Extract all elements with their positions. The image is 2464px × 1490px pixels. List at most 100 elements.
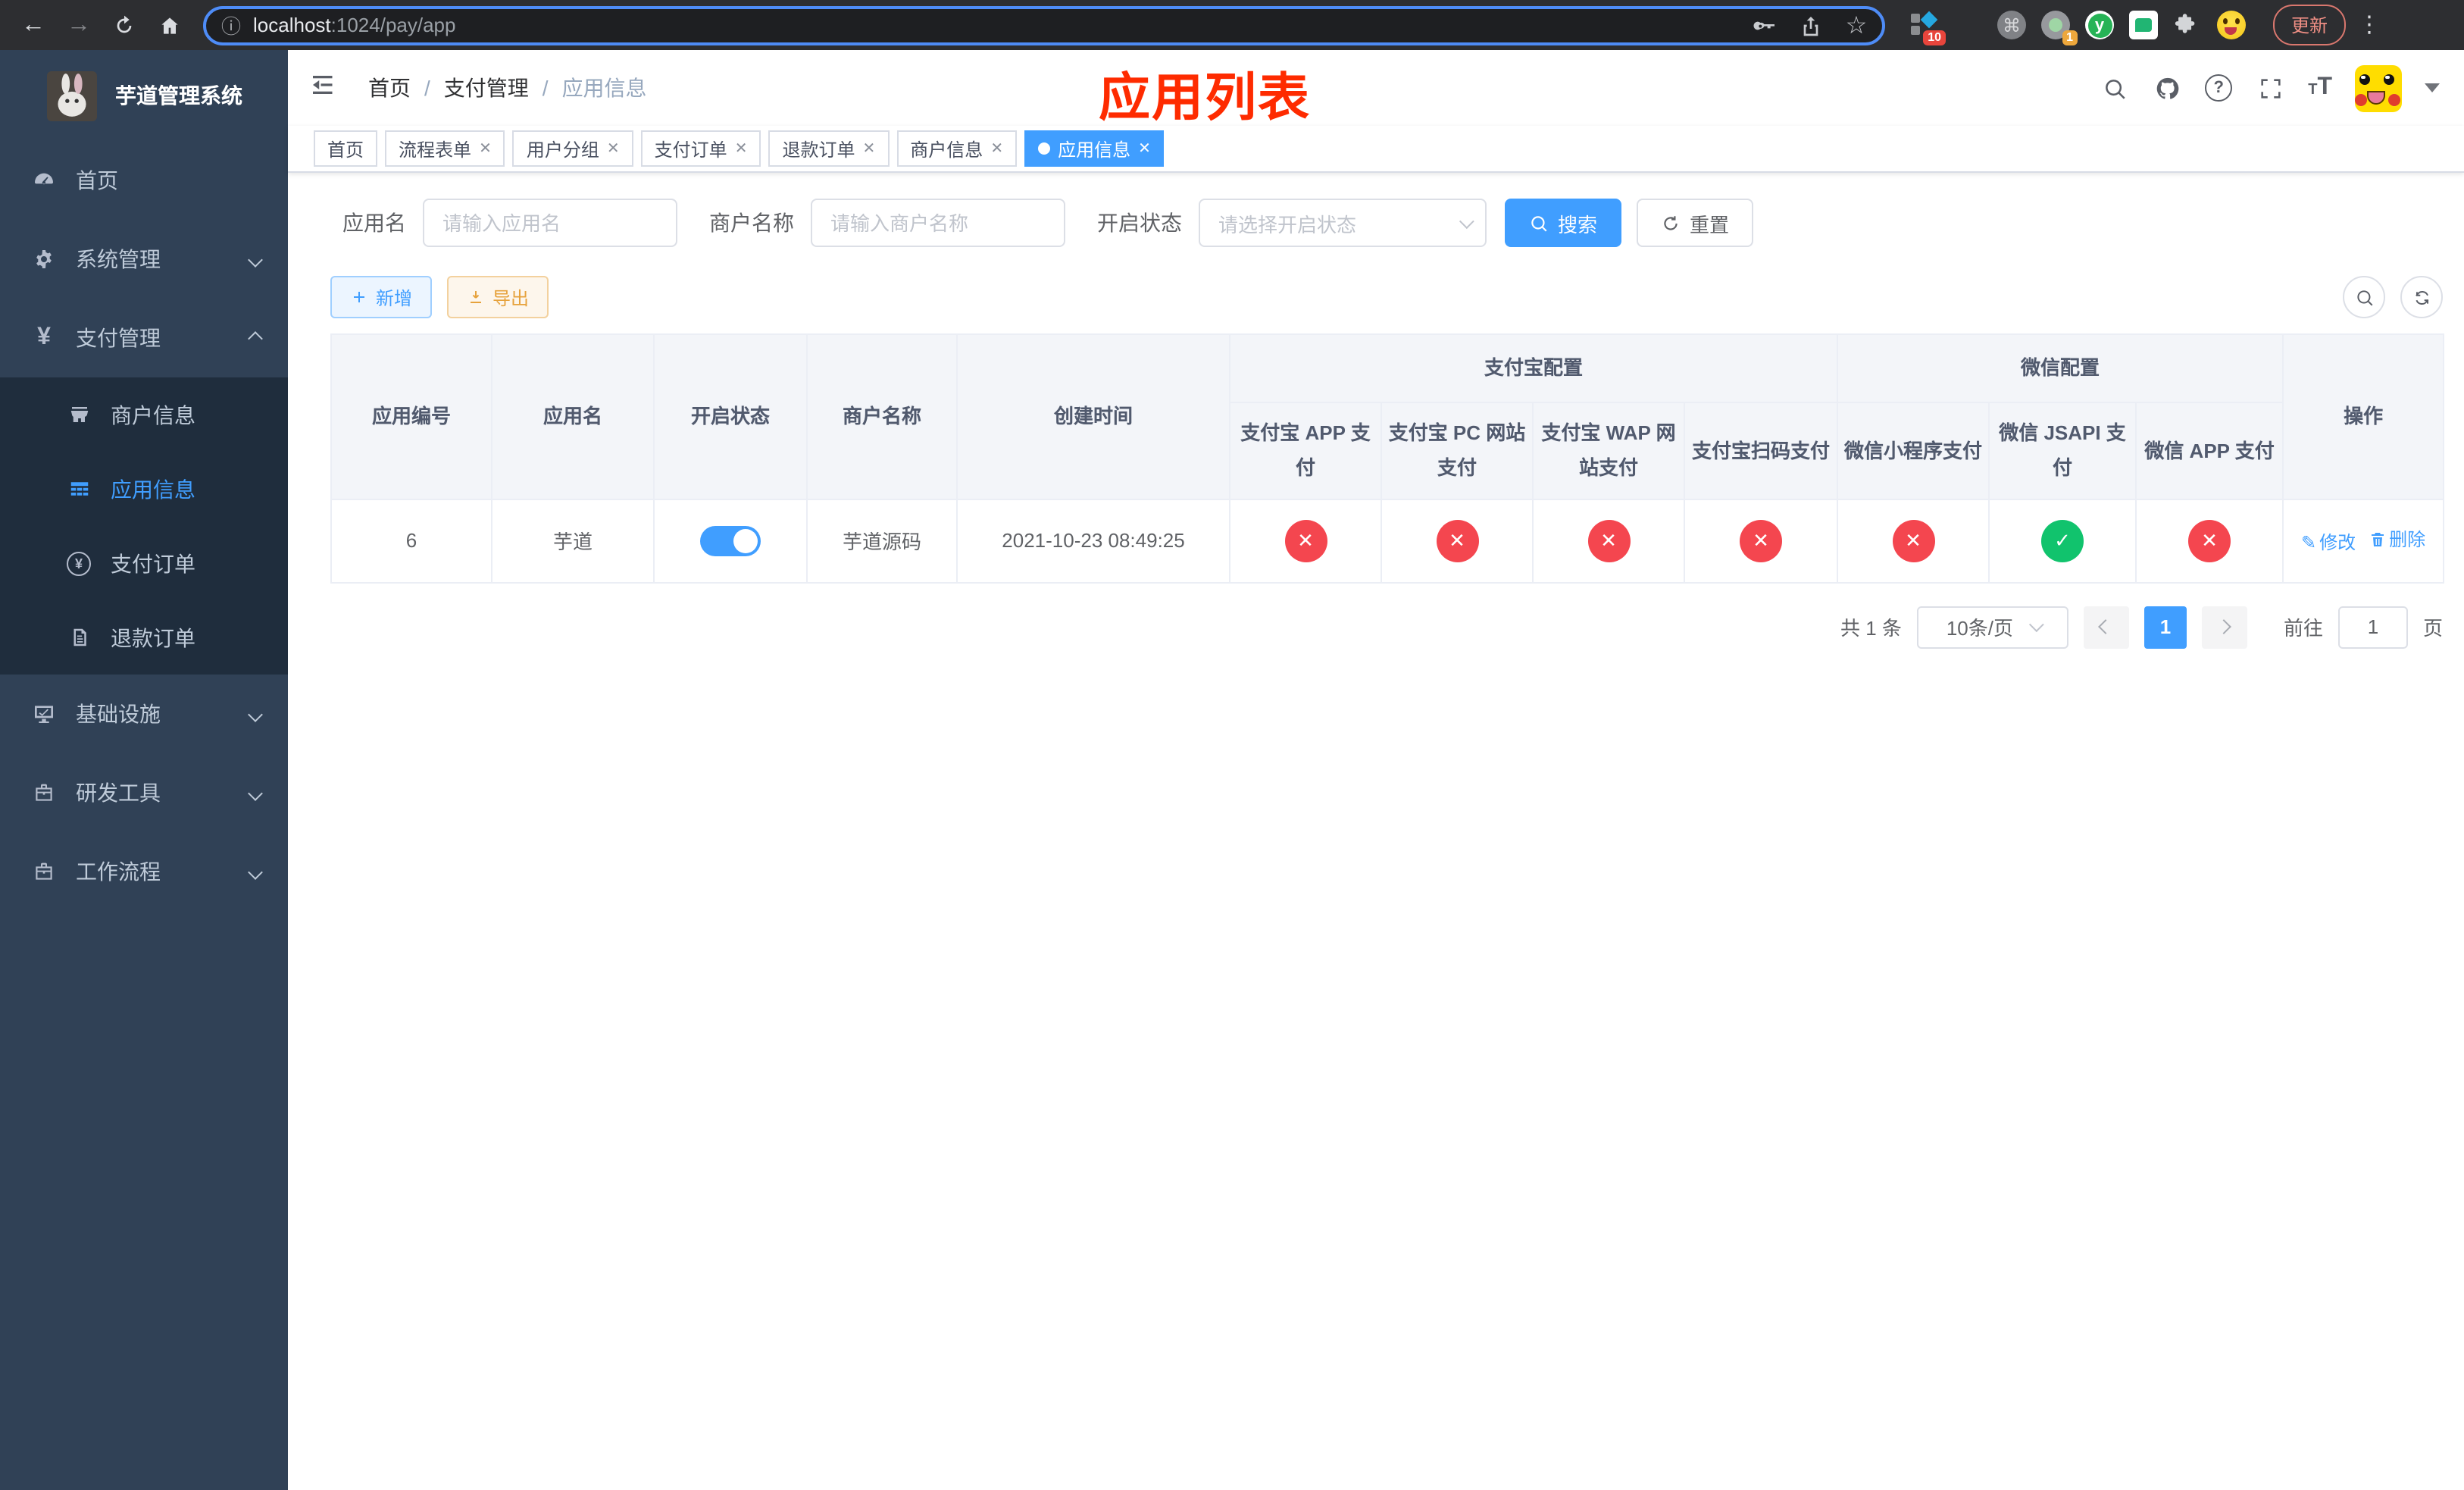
close-icon[interactable] (607, 140, 620, 157)
help-icon[interactable] (2205, 74, 2233, 102)
reset-button[interactable]: 重置 (1637, 199, 1754, 247)
prev-page-button[interactable] (2083, 606, 2129, 649)
sidebar-item-refund-orders[interactable]: 退款订单 (0, 600, 288, 675)
refresh-table-button[interactable] (2400, 276, 2443, 318)
sidebar-item-pay-orders[interactable]: 支付订单 (0, 526, 288, 600)
col-header-created: 创建时间 (956, 333, 1230, 500)
sidebar-item-label: 退款订单 (111, 625, 195, 650)
pagination: 共 1 条 10条/页 1 前往 页 (330, 606, 2443, 649)
plus-icon (354, 292, 364, 302)
page-unit-label: 页 (2422, 617, 2443, 640)
page-size-select[interactable]: 10条/页 (1916, 606, 2068, 649)
tab-refund-orders[interactable]: 退款订单 (768, 130, 890, 167)
sidebar-submenu-payment: 商户信息 应用信息 支付订单 退款订单 (0, 377, 288, 675)
sidebar-item-payment[interactable]: 支付管理 (0, 299, 288, 377)
password-key-icon[interactable] (1749, 8, 1782, 42)
chevron-down-icon (1459, 213, 1474, 229)
forward-icon[interactable] (61, 7, 97, 43)
page-size-value: 10条/页 (1946, 617, 2013, 640)
app-table: 应用编号 应用名 开启状态 商户名称 创建时间 支付宝配置 微信配置 操作 支付… (330, 333, 2445, 584)
merchant-name-input[interactable] (811, 199, 1065, 247)
col-header-wechat-app: 微信 APP 支付 (2135, 402, 2284, 500)
info-icon[interactable] (221, 10, 241, 40)
active-tab-dot (1038, 142, 1051, 155)
annotation-page-title: 应用列表 (1099, 70, 1311, 127)
chevron-left-icon (2099, 619, 2114, 635)
extensions-puzzle-icon[interactable] (2173, 11, 2202, 39)
url-bar[interactable]: localhost:1024/pay/app (203, 5, 1885, 45)
sidebar-item-label: 应用信息 (111, 477, 195, 501)
sidebar-item-app-info[interactable]: 应用信息 (0, 452, 288, 526)
extension-y-icon[interactable] (2085, 11, 2114, 39)
app-name-input[interactable] (423, 199, 677, 247)
close-icon[interactable] (735, 140, 748, 157)
chevron-up-icon (248, 330, 263, 346)
table-toolbar: 新增 导出 (330, 276, 2443, 318)
home-icon[interactable] (152, 7, 188, 43)
extension-command-icon[interactable] (1997, 11, 2026, 39)
app-logo-row[interactable]: 芋道管理系统 (0, 50, 288, 141)
close-icon[interactable] (863, 140, 876, 157)
close-icon[interactable] (1138, 140, 1151, 157)
next-page-button[interactable] (2201, 606, 2247, 649)
browser-menu-icon[interactable] (2358, 11, 2379, 39)
dashboard-icon (32, 168, 56, 193)
sidebar-item-label: 首页 (76, 168, 118, 193)
app-navbar: 首页 支付管理 应用信息 (288, 50, 2464, 126)
github-icon[interactable] (2152, 73, 2182, 103)
search-icon[interactable] (2099, 73, 2129, 103)
tab-app-info[interactable]: 应用信息 (1024, 130, 1165, 167)
user-avatar[interactable] (2355, 64, 2402, 111)
status-select[interactable]: 请选择开启状态 (1199, 199, 1487, 247)
font-size-icon[interactable] (2308, 74, 2332, 102)
extension-tiles-icon[interactable]: 10 (1909, 11, 1946, 45)
breadcrumb-payment[interactable]: 支付管理 (444, 73, 529, 103)
tab-label: 流程表单 (399, 139, 472, 160)
fullscreen-icon[interactable] (2255, 73, 2285, 103)
close-icon[interactable] (479, 140, 492, 157)
filter-form: 应用名 商户名称 开启状态 请选择开启状态 搜索 (342, 199, 2443, 247)
sidebar-item-system[interactable]: 系统管理 (0, 220, 288, 299)
tab-process-form[interactable]: 流程表单 (385, 130, 505, 167)
collapse-sidebar-icon[interactable] (311, 71, 344, 105)
update-button[interactable]: 更新 (2273, 5, 2347, 45)
toggle-search-button[interactable] (2343, 276, 2385, 318)
search-icon (2356, 290, 2372, 305)
status-badge-wechat-app: ✕ (2188, 519, 2231, 562)
tab-home[interactable]: 首页 (314, 130, 378, 167)
add-button[interactable]: 新增 (330, 276, 433, 318)
sidebar-item-merchant-info[interactable]: 商户信息 (0, 377, 288, 452)
enabled-toggle[interactable] (700, 525, 761, 556)
grid-icon (67, 477, 91, 501)
close-icon[interactable] (990, 140, 1003, 157)
merchant-name-label: 商户名称 (709, 211, 794, 235)
extension-recorder-icon[interactable]: 1 (2041, 11, 2078, 45)
browser-profile-avatar[interactable] (2217, 11, 2246, 39)
sidebar-item-label: 工作流程 (76, 859, 161, 884)
edit-link[interactable]: 修改 (2301, 530, 2356, 556)
export-button-label: 导出 (492, 287, 530, 308)
tab-merchant-info[interactable]: 商户信息 (896, 130, 1018, 167)
page-number-button[interactable]: 1 (2143, 606, 2187, 649)
search-button[interactable]: 搜索 (1505, 199, 1622, 247)
tab-user-group[interactable]: 用户分组 (512, 130, 633, 167)
extension-chat-icon[interactable] (2129, 11, 2158, 39)
col-header-merchant: 商户名称 (806, 333, 958, 500)
reload-icon[interactable] (106, 7, 142, 43)
goto-page-input[interactable] (2337, 606, 2408, 649)
extension-gem-icon[interactable] (1953, 11, 1982, 39)
breadcrumb-home[interactable]: 首页 (368, 73, 411, 103)
caret-down-icon[interactable] (2425, 83, 2440, 92)
tab-pay-orders[interactable]: 支付订单 (640, 130, 761, 167)
delete-link[interactable]: 删除 (2368, 527, 2425, 552)
page-content: 应用名 商户名称 开启状态 请选择开启状态 搜索 (288, 173, 2464, 649)
bookmark-star-icon[interactable] (1840, 8, 1873, 42)
export-button[interactable]: 导出 (447, 276, 549, 318)
back-icon[interactable] (15, 7, 52, 43)
sidebar-item-workflow[interactable]: 工作流程 (0, 832, 288, 911)
sidebar-item-home[interactable]: 首页 (0, 141, 288, 220)
tab-label: 退款订单 (782, 139, 855, 160)
share-icon[interactable] (1794, 8, 1828, 42)
sidebar-item-dev-tools[interactable]: 研发工具 (0, 753, 288, 832)
sidebar-item-infrastructure[interactable]: 基础设施 (0, 675, 288, 753)
